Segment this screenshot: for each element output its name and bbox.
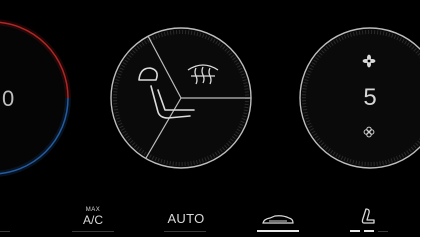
seat-heat-level-1 xyxy=(350,230,360,232)
seat-heat-button[interactable] xyxy=(350,196,386,226)
temperature-value: 0 xyxy=(2,86,15,111)
seat-heat-icon xyxy=(361,208,375,224)
seat-heat-level-3 xyxy=(378,231,388,232)
fan-speed-value: 5 xyxy=(363,84,377,111)
car-recirculation-icon xyxy=(262,215,294,224)
auto-button[interactable]: AUTO xyxy=(158,196,214,226)
max-ac-button[interactable]: MAX A/C xyxy=(72,196,114,226)
seat-heat-level-2 xyxy=(364,230,374,232)
recirculation-button[interactable] xyxy=(256,196,300,226)
seat-defrost-dial[interactable] xyxy=(110,27,252,169)
auto-indicator xyxy=(164,231,206,232)
fan-small-icon xyxy=(363,126,375,138)
recirculation-indicator xyxy=(257,230,299,232)
auto-label: AUTO xyxy=(167,211,205,226)
fan-icon xyxy=(362,54,376,68)
climate-screen: 0 5 MAX A/C AUTO xyxy=(0,0,420,237)
ac-label: A/C xyxy=(82,213,103,227)
max-ac-indicator xyxy=(72,231,114,232)
left-indicator xyxy=(0,231,10,232)
